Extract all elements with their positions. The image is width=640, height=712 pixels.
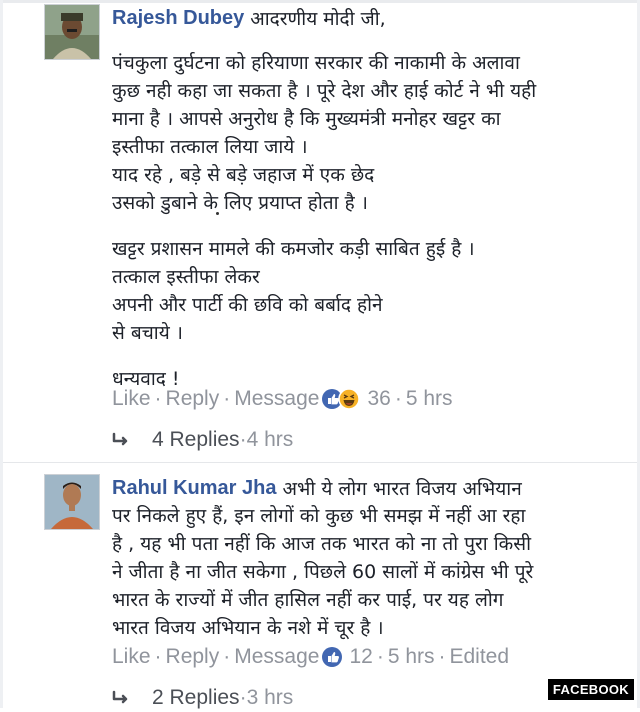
reply-arrow-icon	[112, 432, 134, 448]
comment-timestamp[interactable]: 5 hrs	[388, 645, 435, 669]
comment-header: Rahul Kumar Jha अभी ये लोग भारत विजय अभि…	[112, 474, 622, 502]
comment-actions: Like · Reply · Message 36 · 5 hrs	[112, 387, 453, 411]
replies-time: 4 hrs	[246, 428, 294, 451]
comment-line: पंचकुला दुर्घटना को हरियाणा सरकार की नाक…	[112, 52, 520, 74]
comment-rajesh-dubey: Rajesh Dubey आदरणीय मोदी जी, पंचकुला दुर…	[112, 4, 622, 393]
replies-toggle[interactable]: 4 Replies · 4 hrs	[112, 426, 293, 454]
frame-left	[0, 0, 3, 708]
facebook-watermark: FACEBOOK	[547, 679, 634, 700]
message-link[interactable]: Message	[234, 645, 319, 669]
comment-line: याद रहे , बड़े से बड़े जहाज में एक छेद	[112, 164, 375, 186]
reaction-count: 36	[367, 387, 391, 410]
comment-line: ने जीता है ना जीत सकेगा , पिछले 60 सालों…	[112, 561, 534, 583]
comment-intro: आदरणीय मोदी जी,	[250, 8, 386, 30]
reaction-count: 12	[349, 645, 373, 668]
comment-rahul-kumar-jha: Rahul Kumar Jha अभी ये लोग भारत विजय अभि…	[112, 474, 622, 642]
comment-header: Rajesh Dubey आदरणीय मोदी जी,	[112, 4, 622, 32]
stray-dot	[216, 212, 219, 215]
comment-line: इस्तीफा तत्काल लिया जाये ।	[112, 136, 308, 158]
like-link[interactable]: Like	[112, 645, 151, 669]
avatar-rahul-kumar-jha[interactable]	[44, 474, 100, 530]
reply-link[interactable]: Reply	[166, 645, 220, 669]
comment-author[interactable]: Rahul Kumar Jha	[112, 477, 276, 500]
like-link[interactable]: Like	[112, 387, 151, 411]
comment-body: पंचकुला दुर्घटना को हरियाणा सरकार की नाक…	[112, 49, 622, 393]
comment-line: उसको डुबाने के लिए प्रयाप्त होता है ।	[112, 192, 368, 214]
comment-line: से बचाये ।	[112, 322, 183, 344]
comment-line: है , यह भी पता नहीं कि आज तक भारत को ना …	[112, 533, 531, 555]
comment-body: पर निकले हुए हैं, इन लोगों को कुछ भी समझ…	[112, 502, 622, 642]
comment-timestamp[interactable]: 5 hrs	[406, 387, 453, 411]
replies-count[interactable]: 4 Replies	[152, 428, 240, 452]
reactions-summary[interactable]	[321, 646, 343, 668]
frame-top	[0, 0, 640, 3]
comment-line: माना है । आपसे अनुरोध है कि मुख्यमंत्री …	[112, 108, 501, 130]
comment-intro: अभी ये लोग भारत विजय अभियान	[282, 478, 522, 500]
comment-line: खट्टर प्रशासन मामले की कमजोर कड़ी साबित …	[112, 238, 475, 260]
reply-arrow-icon	[112, 690, 134, 706]
comment-line: कुछ नही कहा जा सकता है । पूरे देश और हाई…	[112, 80, 537, 102]
message-link[interactable]: Message	[234, 387, 319, 411]
avatar-rajesh-dubey[interactable]	[44, 4, 100, 60]
reactions-summary[interactable]	[321, 388, 361, 410]
comment-line: तत्काल इस्तीफा लेकर	[112, 266, 260, 288]
comment-line: पर निकले हुए हैं, इन लोगों को कुछ भी समझ…	[112, 505, 526, 527]
comment-line: भारत विजय अभियान के नशे में चूर है ।	[112, 617, 384, 639]
replies-count[interactable]: 2 Replies	[152, 686, 240, 710]
edited-label[interactable]: Edited	[450, 645, 510, 669]
comment-line: अपनी और पार्टी की छवि को बर्बाद होने	[112, 294, 383, 316]
reply-link[interactable]: Reply	[166, 387, 220, 411]
comment-author[interactable]: Rajesh Dubey	[112, 7, 244, 30]
replies-time: 3 hrs	[246, 686, 294, 709]
comment-line: भारत के राज्यों में जीत हासिल नहीं कर पा…	[112, 589, 504, 611]
comment-divider	[3, 462, 637, 463]
comment-actions: Like · Reply · Message 12 · 5 hrs · Edit…	[112, 645, 510, 669]
